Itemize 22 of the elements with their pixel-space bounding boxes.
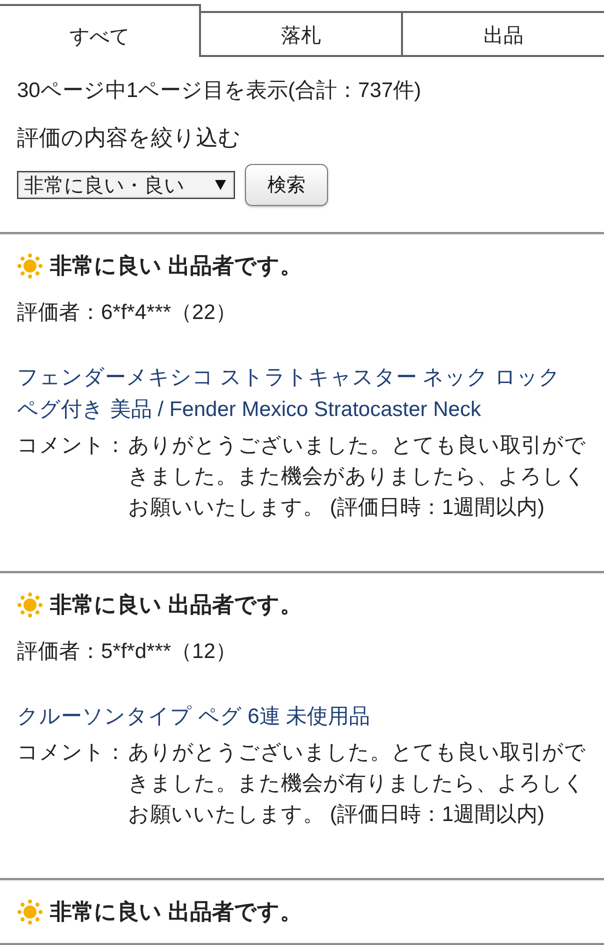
rater-text: 評価者：6*f*4***（22）: [17, 300, 238, 326]
comment-label: コメント：: [17, 740, 127, 766]
tab[interactable]: 落札: [201, 11, 403, 57]
item-link[interactable]: クルーソンタイプ ペグ 6連 未使用品: [17, 701, 572, 733]
sun-icon: [17, 592, 43, 618]
rating-title: 非常に良い 出品者です。: [50, 252, 302, 280]
sun-icon: [17, 899, 43, 925]
comment-text: ありがとうございました。とても良い取引ができました。また機会が有りましたら、よろしくお願いいたします。 (評価日時：1週間以内): [128, 740, 587, 828]
search-button[interactable]: 検索: [245, 164, 328, 206]
comment-text: ありがとうございました。とても良い取引ができました。また機会がありましたら、よろしくお願いいたします。 (評価日時：1週間以内): [128, 433, 587, 521]
filter-label: 評価の内容を絞り込む: [17, 124, 242, 152]
rating-title: 非常に良い 出品者です。: [50, 591, 302, 619]
page-summary-text: 30ページ中1ページ目を表示(合計：737件): [17, 78, 422, 104]
sun-icon: [17, 253, 43, 279]
caret-icon: [215, 180, 226, 190]
comment-label: コメント：: [17, 433, 127, 459]
rater-text: 評価者：5*f*d***（12）: [17, 639, 238, 665]
item-link[interactable]: フェンダーメキシコ ストラトキャスター ネック ロックペグ付き 美品 / Fender Mexico Stratocaster Neck: [17, 362, 572, 426]
tab[interactable]: 出品: [403, 11, 604, 57]
tab[interactable]: すべて: [0, 4, 201, 57]
rating-title: 非常に良い 出品者です。: [50, 898, 302, 926]
rating-filter-select[interactable]: 非常に良い・良い: [17, 171, 235, 199]
